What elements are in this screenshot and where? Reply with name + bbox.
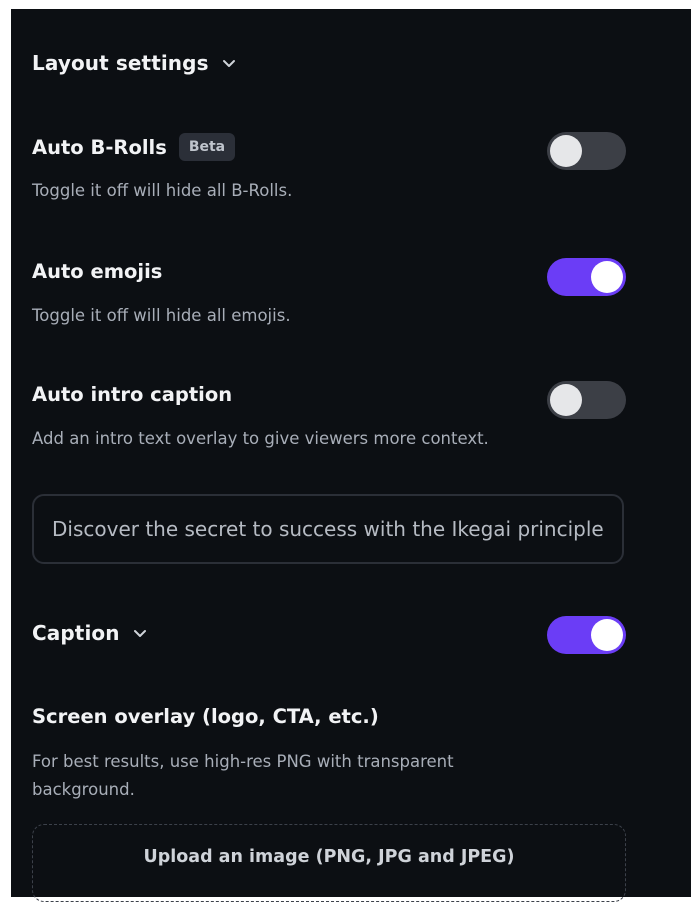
screen-overlay-description: For best results, use high-res PNG with … [32, 752, 454, 799]
auto-brolls-title-row: Auto B-Rolls Beta [32, 133, 236, 161]
screen-overlay-title: Screen overlay (logo, CTA, etc.) [32, 705, 379, 728]
auto-brolls-title: Auto B-Rolls [32, 135, 167, 159]
auto-emojis-description: Toggle it off will hide all emojis. [32, 306, 291, 325]
settings-panel: Layout settings Auto B-Rolls Beta Toggle… [11, 9, 691, 902]
auto-intro-caption-title: Auto intro caption [32, 383, 233, 406]
upload-image-label: Upload an image (PNG, JPG and JPEG) [143, 847, 515, 867]
auto-emojis-toggle[interactable] [547, 258, 626, 296]
auto-intro-caption-title-row: Auto intro caption [32, 383, 232, 406]
layout-settings-title: Layout settings [32, 51, 209, 75]
caption-toggle[interactable] [547, 616, 626, 654]
toggle-knob [550, 135, 582, 167]
layout-settings-header[interactable]: Layout settings [32, 51, 237, 75]
auto-emojis-title: Auto emojis [32, 260, 163, 283]
beta-badge: Beta [178, 133, 236, 161]
intro-caption-input[interactable]: Discover the secret to success with the … [32, 494, 624, 564]
auto-brolls-description: Toggle it off will hide all B-Rolls. [32, 181, 293, 200]
auto-intro-caption-toggle[interactable] [547, 381, 626, 419]
chevron-down-icon [133, 630, 146, 637]
toggle-knob [550, 384, 582, 416]
auto-intro-caption-description: Add an intro text overlay to give viewer… [32, 429, 489, 448]
upload-image-dropzone[interactable]: Upload an image (PNG, JPG and JPEG) [32, 824, 626, 902]
toggle-knob [591, 619, 623, 651]
auto-emojis-title-row: Auto emojis [32, 260, 162, 283]
caption-title: Caption [32, 621, 120, 645]
chevron-down-icon [222, 60, 235, 67]
caption-header[interactable]: Caption [32, 621, 148, 645]
screen-overlay-title-row: Screen overlay (logo, CTA, etc.) [32, 705, 379, 728]
toggle-knob [591, 261, 623, 293]
auto-brolls-toggle[interactable] [547, 132, 626, 170]
